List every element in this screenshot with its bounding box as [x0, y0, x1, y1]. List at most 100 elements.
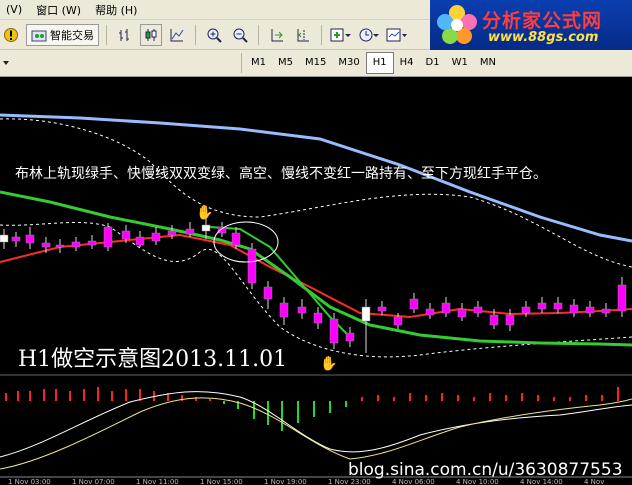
templates-icon[interactable]	[385, 24, 409, 46]
candle-body	[25, 234, 35, 244]
alert-icon[interactable]	[0, 24, 22, 46]
macd-bar	[111, 391, 113, 401]
candlestick-icon[interactable]	[140, 23, 162, 46]
bar-chart-icon[interactable]	[114, 24, 136, 46]
candle-body	[425, 308, 435, 316]
macd-bar	[425, 395, 427, 401]
macd-line	[0, 391, 632, 458]
candle-body	[313, 312, 323, 324]
macd-bar	[267, 401, 269, 425]
toolbar-divider	[321, 24, 322, 45]
menu-window[interactable]: 窗口 (W)	[30, 2, 89, 18]
timeframe-m15[interactable]: M15	[299, 53, 332, 73]
macd-bar	[297, 401, 299, 423]
red-hand-icon: ✋	[320, 355, 337, 372]
candle-body	[489, 314, 499, 326]
macd-bar	[313, 401, 315, 417]
timeframe-d1[interactable]: D1	[420, 53, 446, 73]
macd-bar	[43, 389, 45, 401]
timeframe-toolbar: M1 M5 M15 M30 H1 H4 D1 W1 MN	[0, 50, 632, 77]
chart-title: H1做空示意图2013.11.01	[18, 347, 288, 372]
macd-bar	[537, 395, 539, 401]
timeframe-h1[interactable]: H1	[365, 52, 394, 74]
candle-body	[121, 230, 131, 240]
timeframe-h4[interactable]: H4	[394, 53, 420, 73]
macd-bar	[209, 399, 211, 401]
chart-shift-icon[interactable]	[292, 24, 314, 46]
macd-bar	[617, 387, 619, 401]
candle-body	[585, 306, 595, 314]
time-label: 1 Nov 03:00	[8, 478, 51, 485]
time-label: 1 Nov 11:00	[136, 478, 179, 485]
price-chart[interactable]: ✋ ✋ 1 Nov 03:00 1 Nov 07:00 1 Nov 11:00 1 Nov…	[0, 77, 632, 485]
toolbar-divider	[106, 24, 107, 45]
time-label: 1 Nov 15:00	[200, 478, 243, 485]
logo-title: 分析家公式网	[482, 10, 603, 32]
candle-body	[55, 244, 65, 248]
candle-body	[263, 286, 273, 300]
macd-bar	[181, 395, 183, 401]
macd-bar	[569, 397, 571, 401]
expert-advisor-icon	[31, 30, 47, 41]
candle-body	[279, 302, 289, 318]
macd-bar	[457, 395, 459, 401]
candle-body	[457, 308, 467, 318]
flower-logo-icon	[437, 5, 477, 44]
candle-body	[11, 236, 21, 242]
periods-clock-icon[interactable]	[357, 24, 381, 46]
timeframe-mn[interactable]: MN	[474, 53, 502, 73]
macd-bar	[345, 401, 347, 407]
green-hand-icon: ✋	[196, 204, 213, 221]
candle-body	[537, 302, 547, 310]
macd-bar	[585, 395, 587, 401]
macd-bar	[223, 401, 225, 404]
candle-body	[0, 234, 9, 243]
dropdown-arrow-icon[interactable]	[0, 50, 12, 76]
add-indicator-icon[interactable]	[329, 24, 353, 46]
menu-help[interactable]: 帮助 (H)	[89, 2, 145, 18]
zoom-in-icon[interactable]	[203, 24, 225, 46]
candle-body	[601, 308, 611, 314]
logo-url: www.88gs.com	[488, 30, 599, 45]
smart-trading-button[interactable]: 智能交易	[26, 23, 99, 46]
timeframe-m30[interactable]: M30	[332, 53, 365, 73]
candle-body	[393, 316, 403, 326]
candle-body	[135, 236, 145, 246]
macd-bar	[361, 397, 363, 401]
slow-ma-line	[0, 233, 632, 319]
site-logo: 分析家公式网 www.88gs.com	[430, 0, 632, 50]
candle-body	[231, 232, 241, 246]
candle-body	[505, 314, 515, 326]
menu-view[interactable]: (V)	[0, 3, 30, 16]
toolbar-divider	[258, 24, 259, 45]
candle-body	[201, 224, 211, 232]
blog-watermark: blog.sina.com.cn/u/3630877553	[348, 460, 623, 480]
macd-bar	[409, 393, 411, 401]
candle-body	[103, 226, 113, 248]
zoom-out-icon[interactable]	[229, 24, 251, 46]
macd-bar	[125, 389, 127, 401]
auto-scroll-icon[interactable]	[266, 24, 288, 46]
candle-body	[345, 332, 355, 342]
timeframe-buttons: M1 M5 M15 M30 H1 H4 D1 W1 MN	[245, 52, 502, 74]
macd-bar	[521, 393, 523, 401]
macd-bar	[281, 401, 283, 431]
macd-bar	[17, 391, 19, 401]
strategy-annotation: 布林上轨现绿手、快慢线双双变绿、高空、慢线不变红一路持有、至下方现红手平仓。	[15, 166, 547, 182]
smart-trading-label: 智能交易	[50, 28, 94, 42]
candle-body	[297, 306, 307, 314]
macd-bar	[83, 389, 85, 401]
timeframe-m5[interactable]: M5	[272, 53, 299, 73]
signal-line	[0, 397, 632, 470]
candle-body	[441, 302, 451, 314]
timeframe-w1[interactable]: W1	[446, 53, 474, 73]
candle-body	[151, 232, 161, 242]
timeframe-m1[interactable]: M1	[245, 53, 272, 73]
macd-bar	[601, 395, 603, 401]
candle-body	[409, 298, 419, 310]
candle-body	[41, 242, 51, 248]
candle-body	[217, 226, 227, 234]
candle-body	[377, 306, 387, 312]
line-chart-icon[interactable]	[166, 24, 188, 46]
macd-bar	[473, 397, 475, 401]
